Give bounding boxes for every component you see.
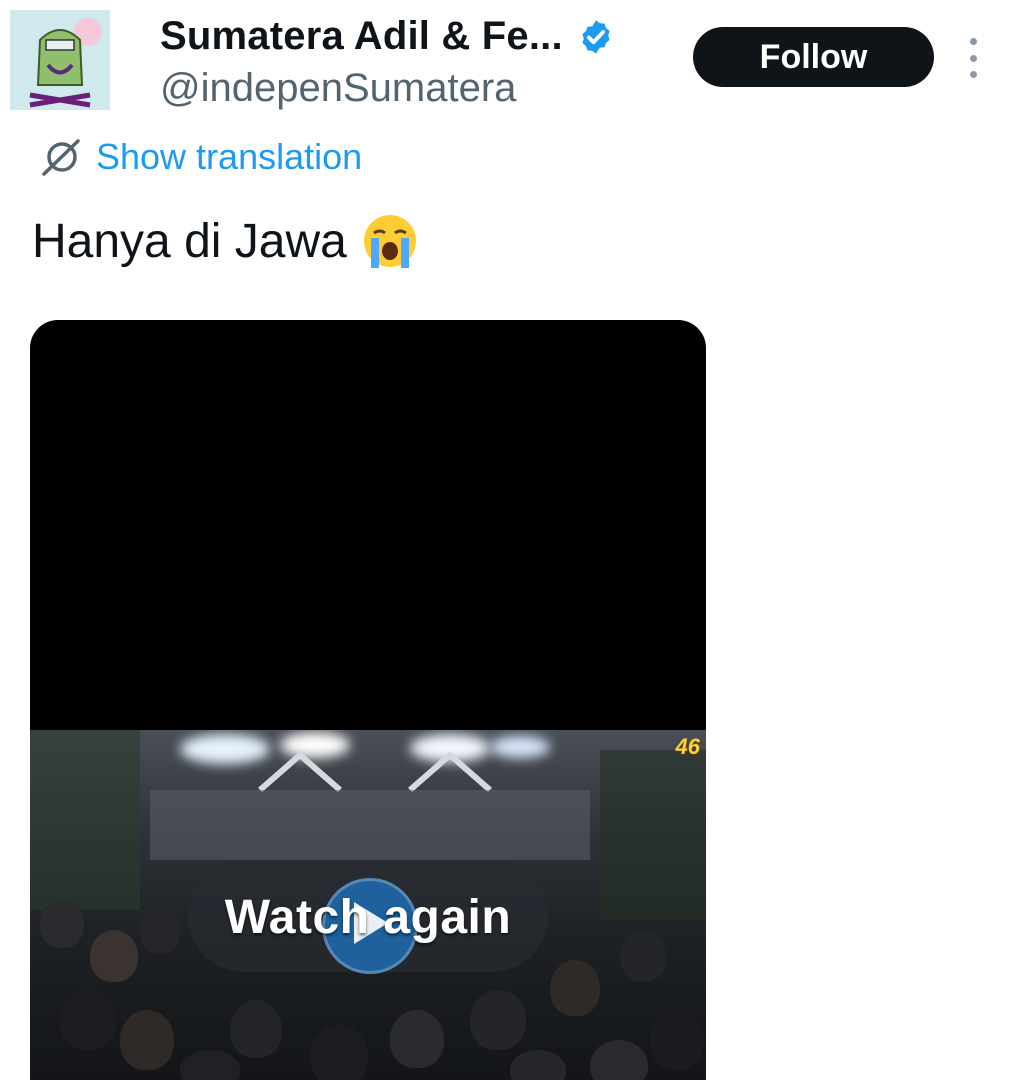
show-translation-link[interactable]: Show translation	[40, 136, 362, 178]
more-options-button[interactable]	[963, 38, 983, 78]
display-name[interactable]: Sumatera Adil & Fe...	[160, 14, 563, 59]
show-translation-label: Show translation	[96, 136, 363, 177]
avatar-image	[10, 10, 110, 110]
watch-again-label: Watch again	[224, 891, 512, 944]
video-player[interactable]: 46 Watch again	[30, 320, 706, 1080]
tweet-body: Hanya di Jawa	[32, 214, 347, 268]
crying-face-icon	[363, 215, 416, 268]
more-dot-icon	[969, 54, 977, 62]
tweet-text: Hanya di Jawa	[32, 212, 419, 270]
more-dot-icon	[969, 38, 977, 45]
follow-button[interactable]: Follow	[693, 27, 934, 87]
translate-globe-icon	[42, 139, 80, 176]
more-dot-icon	[969, 71, 977, 78]
user-handle[interactable]: @indepenSumatera	[160, 66, 516, 111]
avatar[interactable]	[10, 10, 110, 110]
verified-badge-icon	[582, 19, 610, 54]
video-frame: 46 Watch again	[30, 730, 706, 1080]
video-watermark: 46	[675, 734, 700, 759]
